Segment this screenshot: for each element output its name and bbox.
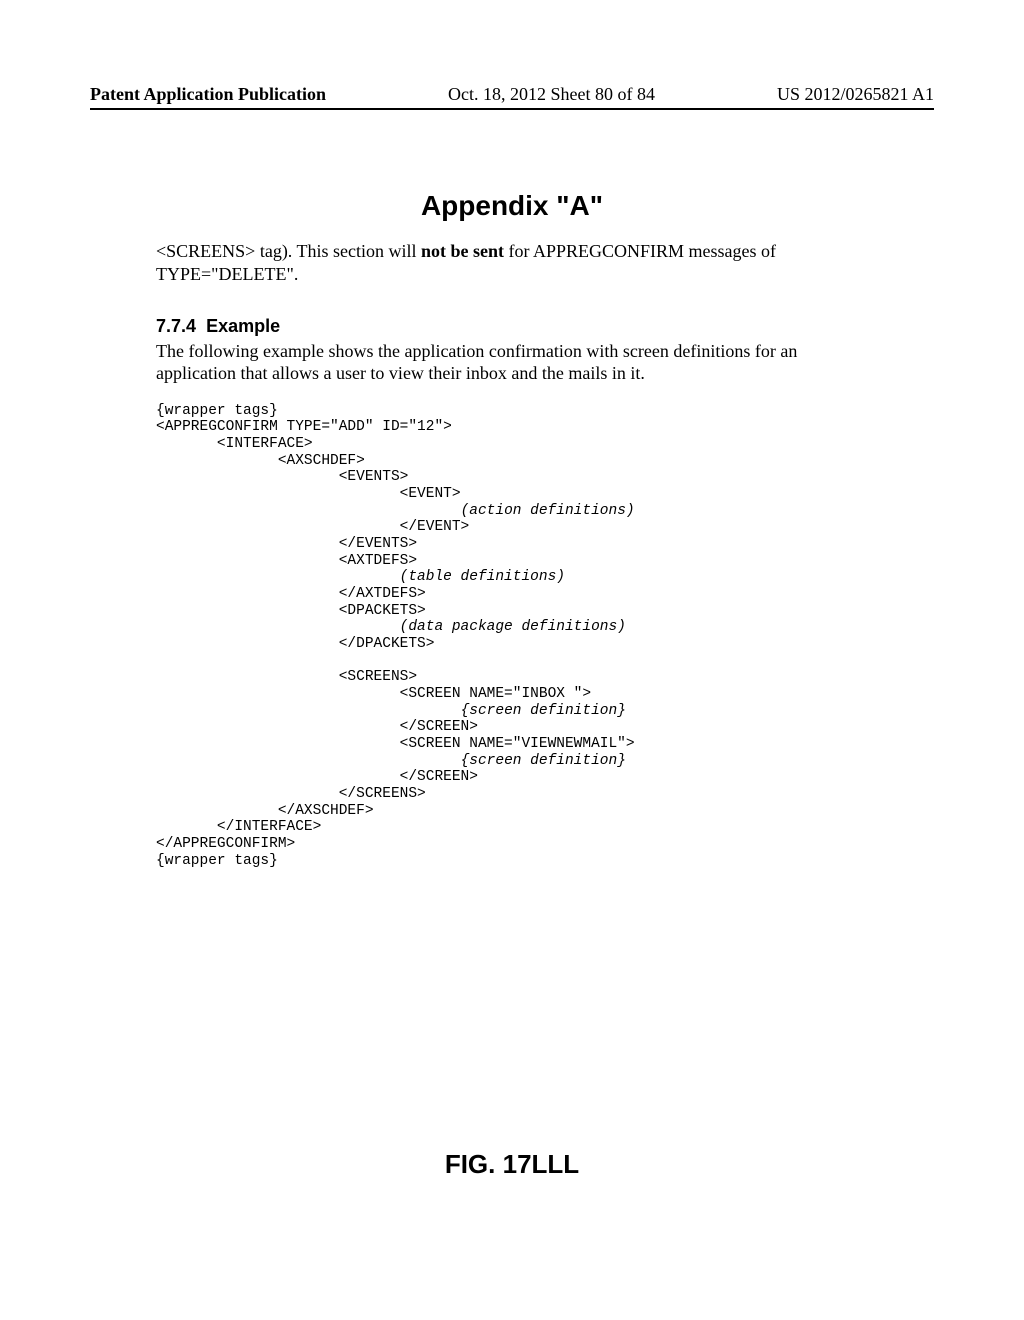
- code-line: <AXSCHDEF>: [156, 453, 365, 469]
- code-line: <APPREGCONFIRM TYPE="ADD" ID="12">: [156, 419, 452, 435]
- code-line: </EVENT>: [156, 519, 469, 535]
- code-line: <EVENTS>: [156, 469, 408, 485]
- appendix-title: Appendix "A": [0, 190, 1024, 222]
- code-comment: {screen definition}: [461, 753, 626, 769]
- code-comment: (table definitions): [400, 569, 565, 585]
- code-line: </SCREEN>: [156, 719, 478, 735]
- paragraph-example-intro: The following example shows the applicat…: [156, 340, 876, 385]
- code-line: <AXTDEFS>: [156, 553, 417, 569]
- code-line: <EVENT>: [156, 486, 461, 502]
- code-line-indent: [156, 753, 461, 769]
- code-line: </DPACKETS>: [156, 636, 434, 652]
- code-line: {wrapper tags}: [156, 403, 278, 419]
- header-sheet-info: Oct. 18, 2012 Sheet 80 of 84: [448, 84, 655, 105]
- header-patent-number: US 2012/0265821 A1: [777, 84, 934, 105]
- header-publication: Patent Application Publication: [90, 84, 326, 105]
- code-line: </SCREEN>: [156, 769, 478, 785]
- code-line: </SCREENS>: [156, 786, 426, 802]
- code-line: </AXSCHDEF>: [156, 803, 374, 819]
- code-comment: {screen definition}: [461, 703, 626, 719]
- code-comment: (action definitions): [461, 503, 635, 519]
- code-line: </EVENTS>: [156, 536, 417, 552]
- page-header: Patent Application Publication Oct. 18, …: [90, 84, 934, 105]
- code-line: {wrapper tags}: [156, 853, 278, 869]
- section-number: 7.7.4: [156, 316, 196, 336]
- code-line-indent: [156, 569, 400, 585]
- code-line: <INTERFACE>: [156, 436, 313, 452]
- body-content: <SCREENS> tag). This section will not be…: [156, 240, 876, 869]
- section-title: Example: [206, 316, 280, 336]
- code-line: </INTERFACE>: [156, 819, 321, 835]
- section-heading: 7.7.4 Example: [156, 315, 876, 338]
- code-line: <SCREEN NAME="INBOX ">: [156, 686, 591, 702]
- code-line: </APPREGCONFIRM>: [156, 836, 295, 852]
- code-line: <DPACKETS>: [156, 603, 426, 619]
- paragraph-continuation: <SCREENS> tag). This section will not be…: [156, 240, 876, 285]
- patent-page: Patent Application Publication Oct. 18, …: [0, 0, 1024, 1320]
- code-line: </AXTDEFS>: [156, 586, 426, 602]
- header-rule: [90, 108, 934, 110]
- code-line-indent: [156, 619, 400, 635]
- code-comment: (data package definitions): [400, 619, 626, 635]
- para1-bold: not be sent: [421, 241, 504, 261]
- code-line: <SCREEN NAME="VIEWNEWMAIL">: [156, 736, 635, 752]
- figure-label: FIG. 17LLL: [0, 1149, 1024, 1180]
- code-line-indent: [156, 703, 461, 719]
- code-line: <SCREENS>: [156, 669, 417, 685]
- code-example: {wrapper tags} <APPREGCONFIRM TYPE="ADD"…: [156, 403, 876, 870]
- code-line-indent: [156, 503, 461, 519]
- para1-pre: <SCREENS> tag). This section will: [156, 241, 421, 261]
